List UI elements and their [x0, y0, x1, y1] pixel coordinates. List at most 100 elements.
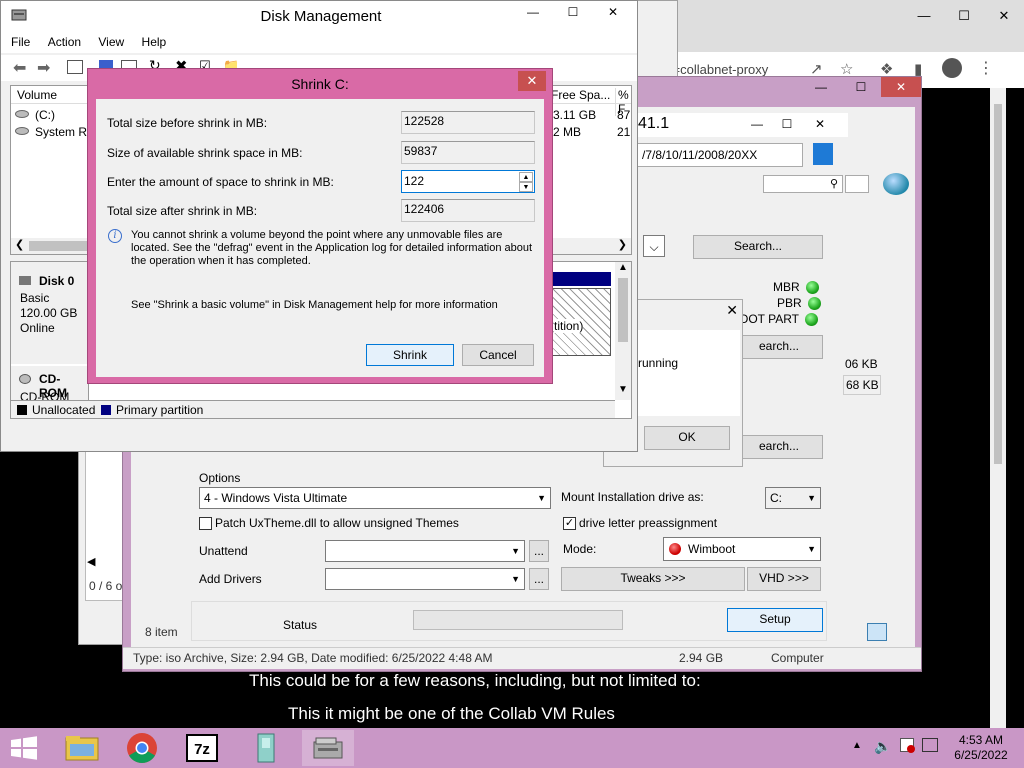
column-free-space[interactable]: Free Spa...	[551, 88, 610, 102]
volume-free: 3.11 GB	[553, 108, 597, 122]
ok-button[interactable]: OK	[644, 426, 730, 450]
close-icon[interactable]: ✕	[881, 77, 921, 97]
search-button-3[interactable]: earch...	[735, 435, 823, 459]
chrome-taskbar-icon[interactable]	[116, 730, 168, 766]
details-view-icon[interactable]	[867, 623, 887, 641]
close-icon[interactable]: ✕	[802, 113, 838, 135]
minimize-icon[interactable]: —	[513, 5, 553, 19]
svg-text:7z: 7z	[194, 741, 210, 758]
source-dropdown-arrow[interactable]: ⌵	[643, 235, 665, 257]
unattend-browse-button[interactable]: ...	[529, 540, 549, 562]
shrink-button[interactable]: Shrink	[366, 344, 454, 366]
maximize-icon[interactable]: ☐	[553, 5, 593, 19]
cdrom-icon	[19, 374, 31, 384]
back-icon[interactable]: ⬅	[13, 58, 26, 78]
network-icon[interactable]	[922, 738, 938, 752]
close-icon[interactable]: ✕	[518, 71, 546, 91]
profile-icon[interactable]	[942, 58, 962, 78]
view-toggle[interactable]	[845, 175, 869, 193]
column-volume[interactable]: Volume	[17, 88, 57, 102]
menu-view[interactable]: View	[98, 31, 124, 53]
menu-icon[interactable]: ⋮	[978, 58, 994, 78]
scrollbar-thumb[interactable]	[994, 104, 1002, 464]
maximize-icon[interactable]: ☐	[772, 113, 802, 135]
unattend-label: Unattend	[199, 544, 248, 558]
disk0-info[interactable]: Disk 0 Basic 120.00 GB Online	[11, 262, 89, 364]
bootpart-label: OOT PART	[739, 312, 819, 327]
cancel-button[interactable]: Cancel	[462, 344, 534, 366]
7zip-taskbar-icon[interactable]: 7z	[176, 730, 228, 766]
browser-window-controls: — ☐ ✕	[904, 8, 1024, 24]
shrink-amount-input[interactable]: 122	[404, 174, 424, 188]
chevron-down-icon: ▼	[511, 574, 520, 584]
scroll-left-icon[interactable]: ◀	[87, 555, 95, 568]
scroll-right-icon[interactable]: ❯	[618, 238, 627, 251]
chevron-down-icon: ▼	[807, 544, 816, 554]
path-field[interactable]: /7/8/10/11/2008/20XX	[637, 143, 803, 167]
drive-letter-checkbox[interactable]: ✓	[563, 517, 576, 530]
search-button-2[interactable]: earch...	[735, 335, 823, 359]
file-explorer-taskbar-icon[interactable]	[56, 730, 108, 766]
maximize-icon[interactable]: ☐	[841, 77, 881, 97]
search-box[interactable]: ⚲	[763, 175, 843, 193]
search-button-1[interactable]: Search...	[693, 235, 823, 259]
tiles-view-icon[interactable]	[893, 623, 911, 641]
minimize-icon[interactable]: —	[801, 77, 841, 97]
scroll-down-icon[interactable]: ▼	[618, 384, 628, 395]
setup-button[interactable]: Setup	[727, 608, 823, 632]
disk-management-taskbar-icon[interactable]	[302, 730, 354, 766]
legend-primary: Primary partition	[116, 403, 204, 417]
shrink-amount-stepper[interactable]: 122 ▲ ▼	[401, 170, 535, 193]
mount-drive-select[interactable]: C: ▼	[765, 487, 821, 509]
console-tree-icon[interactable]	[67, 60, 83, 74]
scroll-left-icon[interactable]: ❮	[15, 238, 24, 251]
mode-select[interactable]: Wimboot ▼	[663, 537, 821, 561]
close-icon[interactable]: ✕	[984, 8, 1024, 24]
warning-badge-icon	[907, 745, 915, 753]
size-after-value: 122406	[401, 199, 535, 222]
partition-label: tition)	[554, 319, 584, 333]
vhd-button[interactable]: VHD >>>	[747, 567, 821, 591]
minimize-icon[interactable]: —	[904, 8, 944, 23]
status-label: Status	[283, 618, 318, 632]
close-icon[interactable]: ✕	[593, 5, 633, 19]
cdrom-info[interactable]: CD-ROM CD-ROM (D:)	[11, 366, 89, 418]
scrollbar[interactable]	[990, 88, 1006, 728]
patch-uxtheme-checkbox[interactable]	[199, 517, 212, 530]
menu-bar: File Action View Help	[1, 31, 637, 53]
menu-file[interactable]: File	[11, 31, 30, 53]
size-after-label: Total size after shrink in MB:	[107, 204, 258, 218]
dm-titlebar: Disk Management — ☐ ✕	[1, 1, 637, 31]
start-button[interactable]	[10, 736, 38, 760]
drivers-browse-button[interactable]: ...	[529, 568, 549, 590]
shrink-dialog: Shrink C: ✕ Total size before shrink in …	[87, 68, 553, 384]
edition-select[interactable]: 4 - Windows Vista Ultimate ▼	[199, 487, 551, 509]
close-icon[interactable]: ✕	[726, 302, 738, 319]
menu-action[interactable]: Action	[48, 31, 81, 53]
clock[interactable]: 4:53 AM 6/25/2022	[946, 733, 1016, 763]
winntsetup-taskbar-icon[interactable]	[240, 730, 292, 766]
search-icon: ⚲	[829, 178, 838, 190]
globe-icon[interactable]	[883, 173, 909, 195]
add-drivers-label: Add Drivers	[199, 572, 262, 586]
maximize-icon[interactable]: ☐	[944, 8, 984, 24]
scrollbar-thumb[interactable]	[618, 278, 628, 342]
clock-time: 4:53 AM	[958, 733, 1004, 747]
unattend-select[interactable]: ▼	[325, 540, 525, 562]
shrink-body: Total size before shrink in MB: 122528 S…	[96, 99, 544, 377]
minimize-icon[interactable]: —	[742, 113, 772, 135]
forward-icon[interactable]: ➡	[37, 58, 50, 78]
bootpart-text: OOT PART	[739, 312, 800, 326]
spin-down-icon[interactable]: ▼	[519, 182, 533, 192]
partition-block[interactable]: tition)	[551, 288, 611, 356]
drivers-select[interactable]: ▼	[325, 568, 525, 590]
progress-bar	[413, 610, 623, 630]
tweaks-button[interactable]: Tweaks >>>	[561, 567, 745, 591]
vertical-scrollbar[interactable]: ▲ ▼	[615, 262, 631, 400]
spin-up-icon[interactable]: ▲	[519, 172, 533, 182]
scroll-up-icon[interactable]: ▲	[618, 262, 628, 273]
volume-muted-icon[interactable]: 🔈	[874, 738, 891, 755]
tray-overflow-icon[interactable]: ▲	[852, 740, 862, 751]
menu-help[interactable]: Help	[142, 31, 167, 53]
action-center-icon[interactable]	[900, 738, 915, 753]
